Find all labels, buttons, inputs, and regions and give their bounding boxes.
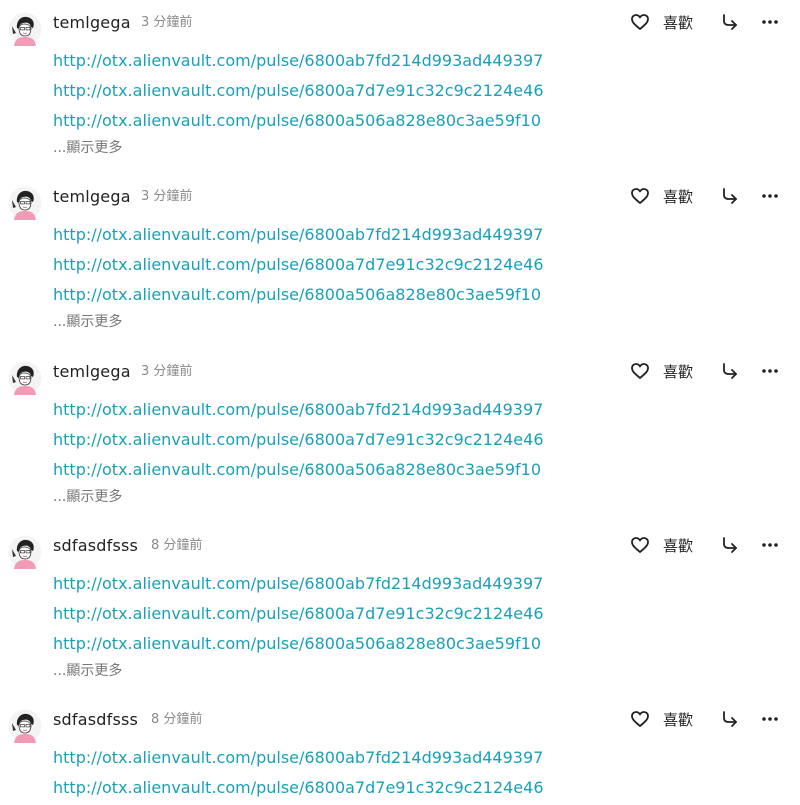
more-dots-icon[interactable] [760,361,780,381]
show-more-link[interactable]: ...顯示更多 [53,487,122,507]
username[interactable]: temlgega [53,186,131,208]
pulse-link[interactable]: http://otx.alienvault.com/pulse/6800a7d7… [53,599,653,629]
like-button[interactable]: 喜歡 [663,186,693,208]
pulse-link[interactable]: http://otx.alienvault.com/pulse/6800a506… [53,455,653,485]
show-more-link[interactable]: ...顯示更多 [53,661,122,681]
share-arrow-icon[interactable] [720,535,740,555]
heart-outline-icon[interactable] [630,535,650,555]
pulse-link[interactable]: http://otx.alienvault.com/pulse/6800a506… [53,629,653,659]
post-links: http://otx.alienvault.com/pulse/6800ab7f… [53,743,653,803]
heart-outline-icon[interactable] [630,12,650,32]
cartoon-person-avatar-icon [8,535,42,569]
post-timestamp: 8 分鐘前 [151,712,203,727]
heart-outline-icon[interactable] [630,709,650,729]
more-dots-icon[interactable] [760,535,780,555]
pulse-link[interactable]: http://otx.alienvault.com/pulse/6800a506… [53,280,653,310]
more-dots-icon[interactable] [760,12,780,32]
user-avatar[interactable] [8,535,42,569]
username[interactable]: sdfasdfsss [53,535,138,557]
post-timestamp: 3 分鐘前 [141,189,193,204]
pulse-link[interactable]: http://otx.alienvault.com/pulse/6800ab7f… [53,743,653,773]
post-links: http://otx.alienvault.com/pulse/6800ab7f… [53,220,653,310]
user-avatar[interactable] [8,709,42,743]
cartoon-person-avatar-icon [8,361,42,395]
pulse-link[interactable]: http://otx.alienvault.com/pulse/6800ab7f… [53,569,653,599]
username[interactable]: temlgega [53,361,131,383]
post-timestamp: 8 分鐘前 [151,538,203,553]
pulse-link[interactable]: http://otx.alienvault.com/pulse/6800ab7f… [53,395,653,425]
post-timestamp: 3 分鐘前 [141,15,193,30]
post-item: sdfasdfsss 8 分鐘前 喜歡 http://otx.alienvaul… [0,523,800,698]
cartoon-person-avatar-icon [8,186,42,220]
pulse-link[interactable]: http://otx.alienvault.com/pulse/6800ab7f… [53,46,653,76]
like-button[interactable]: 喜歡 [663,709,693,731]
like-button[interactable]: 喜歡 [663,12,693,34]
show-more-link[interactable]: ...顯示更多 [53,312,122,332]
pulse-link[interactable]: http://otx.alienvault.com/pulse/6800a7d7… [53,76,653,106]
show-more-link[interactable]: ...顯示更多 [53,138,122,158]
share-arrow-icon[interactable] [720,186,740,206]
post-item: sdfasdfsss 8 分鐘前 喜歡 http://otx.alienvaul… [0,697,800,805]
more-dots-icon[interactable] [760,186,780,206]
post-timestamp: 3 分鐘前 [141,364,193,379]
post-item: temlgega 3 分鐘前 喜歡 http://otx.alienvault.… [0,0,800,175]
username[interactable]: sdfasdfsss [53,709,138,731]
pulse-link[interactable]: http://otx.alienvault.com/pulse/6800a7d7… [53,250,653,280]
share-arrow-icon[interactable] [720,709,740,729]
cartoon-person-avatar-icon [8,12,42,46]
cartoon-person-avatar-icon [8,709,42,743]
user-avatar[interactable] [8,361,42,395]
like-button[interactable]: 喜歡 [663,535,693,557]
post-feed: temlgega 3 分鐘前 喜歡 http://otx.alienvault.… [0,0,800,805]
pulse-link[interactable]: http://otx.alienvault.com/pulse/6800a7d7… [53,425,653,455]
share-arrow-icon[interactable] [720,12,740,32]
post-item: temlgega 3 分鐘前 喜歡 http://otx.alienvault.… [0,349,800,524]
pulse-link[interactable]: http://otx.alienvault.com/pulse/6800ab7f… [53,220,653,250]
post-links: http://otx.alienvault.com/pulse/6800ab7f… [53,395,653,485]
username[interactable]: temlgega [53,12,131,34]
pulse-link[interactable]: http://otx.alienvault.com/pulse/6800a506… [53,106,653,136]
user-avatar[interactable] [8,186,42,220]
heart-outline-icon[interactable] [630,361,650,381]
user-avatar[interactable] [8,12,42,46]
post-item: temlgega 3 分鐘前 喜歡 http://otx.alienvault.… [0,174,800,349]
like-button[interactable]: 喜歡 [663,361,693,383]
share-arrow-icon[interactable] [720,361,740,381]
post-links: http://otx.alienvault.com/pulse/6800ab7f… [53,46,653,136]
pulse-link[interactable]: http://otx.alienvault.com/pulse/6800a7d7… [53,773,653,803]
heart-outline-icon[interactable] [630,186,650,206]
post-links: http://otx.alienvault.com/pulse/6800ab7f… [53,569,653,659]
more-dots-icon[interactable] [760,709,780,729]
